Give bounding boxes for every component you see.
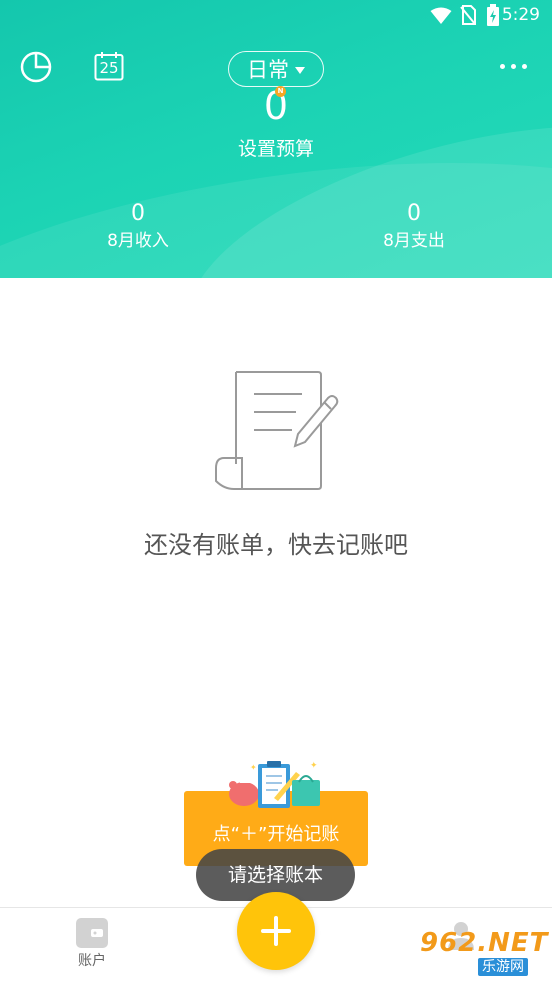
new-badge: N	[275, 86, 286, 97]
battery-charging-icon	[487, 4, 499, 26]
tab-account[interactable]: 账户	[72, 918, 112, 970]
chevron-down-icon	[295, 66, 305, 74]
expense-stat[interactable]: 0 8月支出	[344, 200, 484, 254]
header: 5:29 25 日常 0 N 设置预算 0 8月收入 0 8月支出	[0, 0, 552, 278]
status-time: 5:29	[501, 5, 540, 25]
tab-account-label: 账户	[78, 953, 106, 969]
income-value: 0	[131, 201, 145, 226]
calendar-day: 25	[99, 59, 119, 77]
wallet-icon	[76, 918, 108, 948]
empty-message: 还没有账单，快去记账吧	[144, 531, 408, 559]
svg-text:✦: ✦	[310, 761, 318, 771]
more-dots-icon[interactable]	[500, 64, 527, 69]
watermark-sub: 乐游网	[478, 958, 528, 976]
svg-text:✦: ✦	[250, 763, 257, 772]
income-stat[interactable]: 0 8月收入	[68, 200, 208, 254]
no-sim-icon	[460, 5, 476, 25]
set-budget-link[interactable]: 设置预算	[0, 134, 552, 161]
watermark-main: 962.NET	[420, 928, 549, 958]
status-bar: 5:29	[0, 0, 552, 32]
clipboard-illustration-icon: ✦ ✦	[229, 761, 320, 808]
book-name: 日常	[247, 58, 289, 82]
expense-label: 8月支出	[383, 231, 445, 251]
calendar-icon[interactable]: 25	[94, 51, 124, 81]
income-label: 8月收入	[107, 231, 169, 251]
book-switch-button[interactable]: 日常	[228, 51, 324, 87]
expense-value: 0	[407, 201, 421, 226]
start-record-label: 点“＋”开始记账	[212, 824, 340, 845]
watermark-logo: 962.NET 乐游网	[412, 928, 552, 978]
pie-chart-icon[interactable]	[20, 51, 52, 83]
add-record-button[interactable]	[237, 892, 315, 970]
wifi-icon	[430, 7, 452, 24]
empty-bill-icon	[215, 371, 339, 490]
